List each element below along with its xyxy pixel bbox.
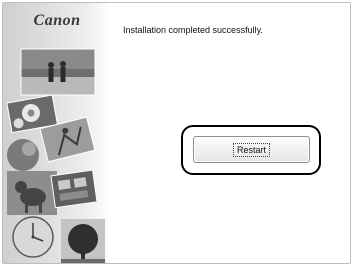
photo-collage xyxy=(6,48,105,263)
clock-photo xyxy=(12,216,54,258)
plant-photo xyxy=(7,139,39,171)
restart-button[interactable]: Restart xyxy=(193,136,310,163)
side-panel: Canon xyxy=(3,3,111,263)
building-photo xyxy=(50,169,98,209)
tree-photo xyxy=(61,219,105,263)
completion-message: Installation completed successfully. xyxy=(123,25,263,35)
installer-window: Canon Installation completed successfull… xyxy=(2,2,351,264)
dog-photo xyxy=(7,171,57,215)
restart-button-label: Restart xyxy=(232,142,271,157)
canon-logo: Canon xyxy=(33,12,81,29)
beach-photo xyxy=(20,48,96,96)
